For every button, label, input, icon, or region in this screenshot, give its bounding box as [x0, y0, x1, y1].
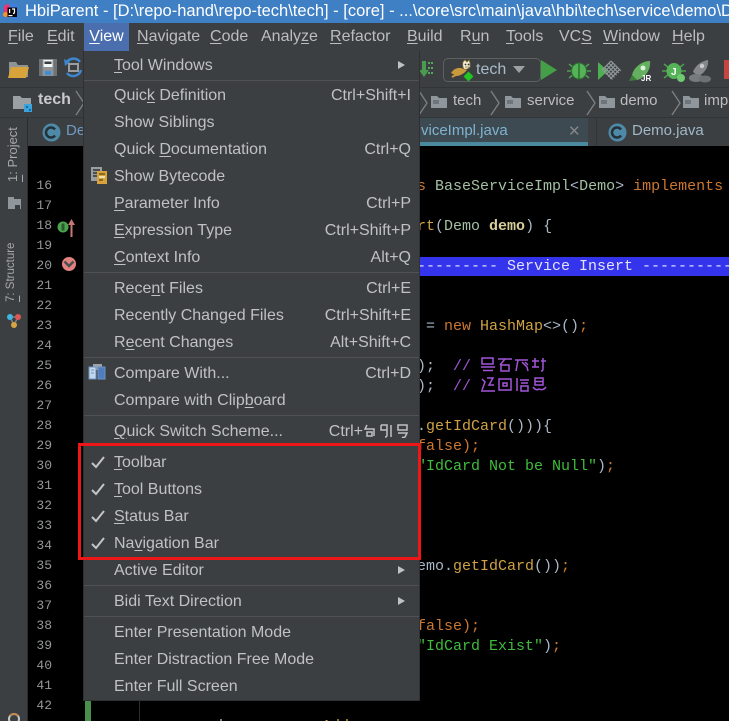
svg-text:J: J	[671, 67, 677, 78]
svg-text:JR: JR	[641, 74, 651, 83]
